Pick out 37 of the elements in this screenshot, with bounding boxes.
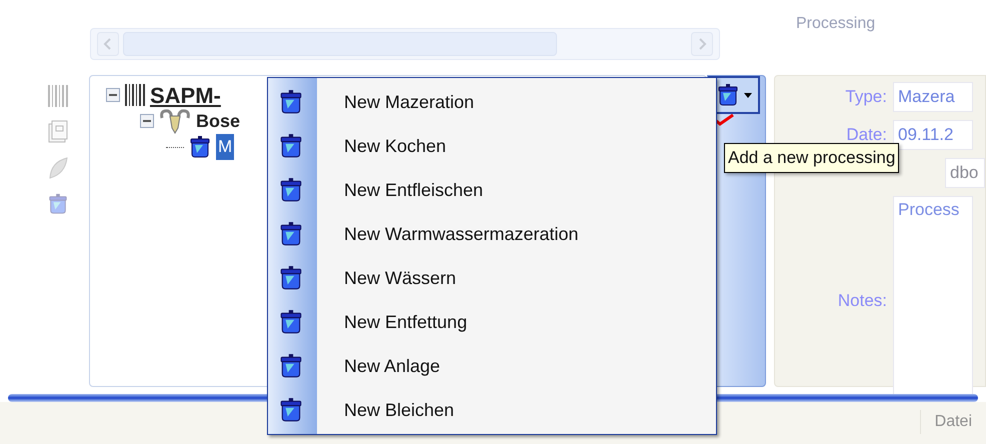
pot-icon	[278, 352, 304, 380]
pot-icon	[278, 308, 304, 336]
menu-item[interactable]: New Warmwassermazeration	[268, 212, 716, 256]
tooltip: Add a new processing	[724, 143, 900, 173]
menu-item[interactable]: New Bleichen	[268, 388, 716, 432]
scroll-left-icon[interactable]	[97, 32, 119, 56]
caret-icon	[744, 92, 752, 98]
expander-icon[interactable]	[106, 88, 120, 102]
field-label: Date:	[845, 124, 887, 146]
field-label: Type:	[844, 86, 887, 108]
scroll-thumb[interactable]	[123, 32, 557, 56]
menu-item[interactable]: New Kochen	[268, 124, 716, 168]
pot-icon	[278, 88, 304, 116]
menu-item[interactable]: New Mazeration	[268, 80, 716, 124]
group-title: Processing	[796, 14, 876, 34]
animal-head-icon	[158, 108, 192, 134]
pot-icon	[278, 176, 304, 204]
pot-icon	[278, 220, 304, 248]
menu-item[interactable]: New Entfleischen	[268, 168, 716, 212]
menu-item[interactable]: New Wässern	[268, 256, 716, 300]
pot-icon	[278, 396, 304, 424]
pot-icon	[47, 192, 70, 216]
status-text: Datei	[920, 410, 972, 434]
leaf-icon[interactable]	[47, 156, 70, 180]
field-label: Notes:	[836, 290, 887, 312]
pot-icon	[278, 132, 304, 160]
pot-icon	[188, 135, 212, 159]
horizontal-scrollbar[interactable]	[90, 28, 720, 60]
expander-icon[interactable]	[140, 114, 154, 128]
menu-item[interactable]: New Anlage	[268, 344, 716, 388]
scroll-right-icon[interactable]	[691, 32, 713, 56]
barcode-icon[interactable]	[47, 84, 70, 108]
barcode-icon	[124, 83, 146, 107]
menu-item[interactable]: New Entfettung	[268, 300, 716, 344]
pot-icon	[278, 264, 304, 292]
tree-item[interactable]: M	[216, 134, 234, 160]
cabinet-icon[interactable]	[47, 120, 70, 144]
